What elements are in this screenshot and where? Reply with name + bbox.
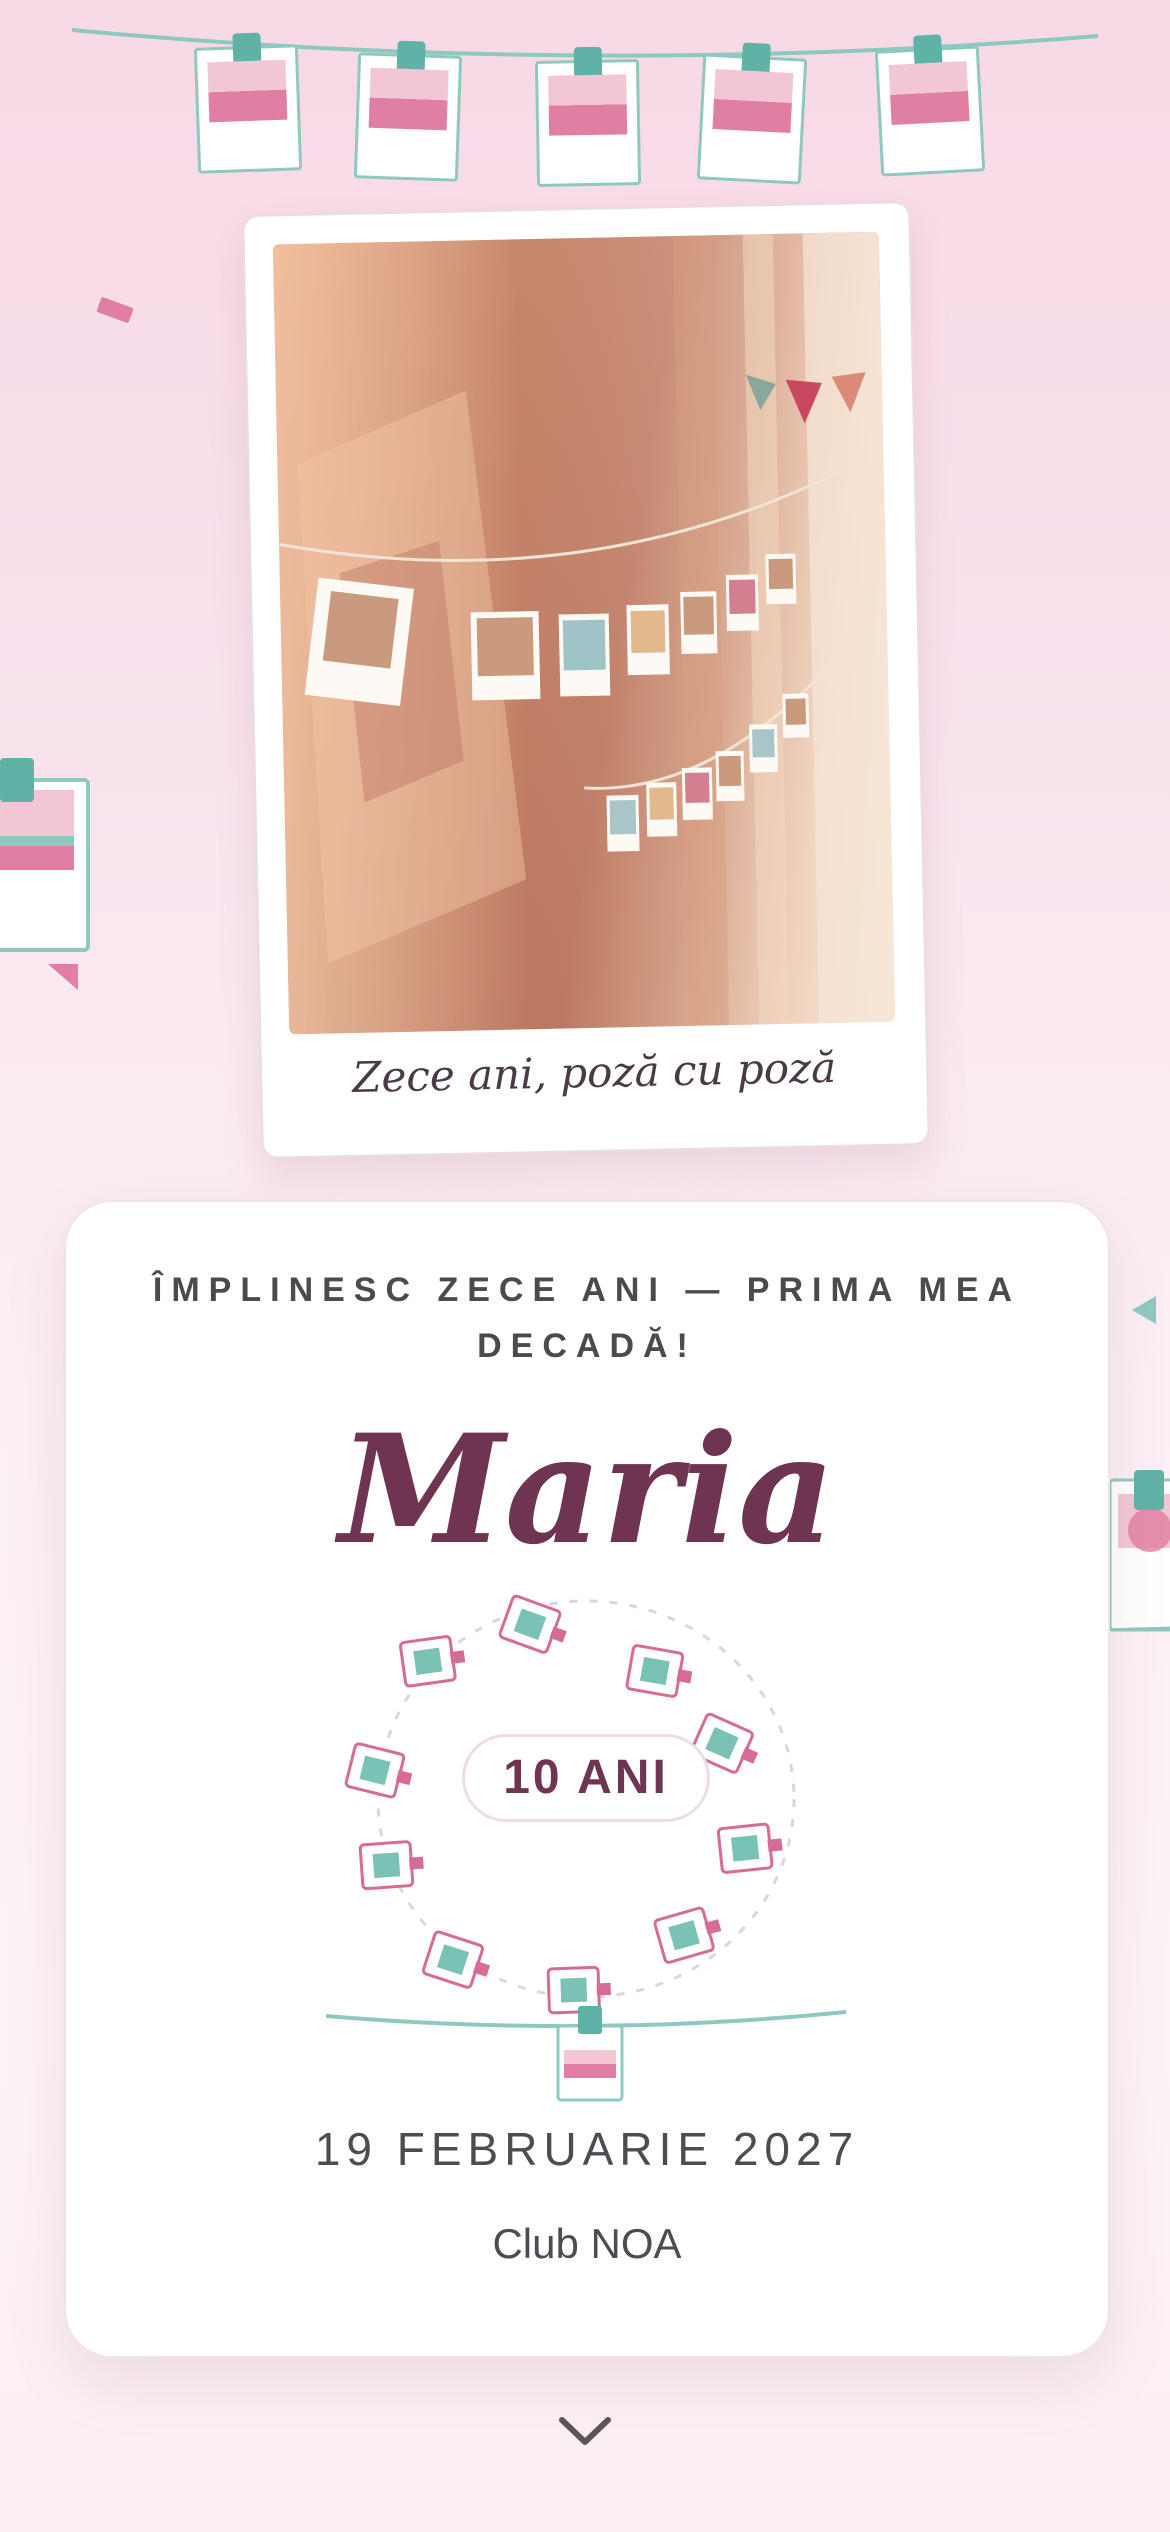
hanging-polaroid (353, 40, 463, 182)
age-badge: 10 ANI (462, 1734, 710, 1822)
hanging-polaroid (534, 46, 642, 187)
top-bunting (0, 0, 1170, 220)
chevron-down-icon[interactable] (556, 2410, 614, 2450)
hanging-polaroid (696, 42, 808, 185)
event-venue: Club NOA (492, 2220, 682, 2267)
confetti-piece (96, 296, 134, 324)
side-polaroid-left (0, 758, 90, 990)
hanging-polaroid (874, 34, 986, 177)
photo-caption: Zece ani, poză cu poză (351, 1042, 837, 1102)
divider-string-polaroid (326, 2006, 846, 2102)
side-polaroid-right (1104, 1470, 1170, 1632)
photo-illustration (272, 231, 896, 1035)
event-date: 19 FEBRUARIE 2027 (314, 2123, 860, 2175)
hanging-polaroid (193, 32, 303, 174)
confetti-triangle (1132, 1296, 1156, 1324)
celebrant-name: Maria (338, 1402, 836, 1578)
featured-photo-card: Zece ani, poză cu poză (242, 201, 930, 1159)
invitation-eyebrow: ÎMPLINESC ZECE ANI — PRIMA MEA DECADĂ! (152, 1271, 1022, 1365)
invitation-card: ÎMPLINESC ZECE ANI — PRIMA MEA DECADĂ! M… (64, 1200, 1110, 2358)
featured-photo (272, 231, 896, 1035)
